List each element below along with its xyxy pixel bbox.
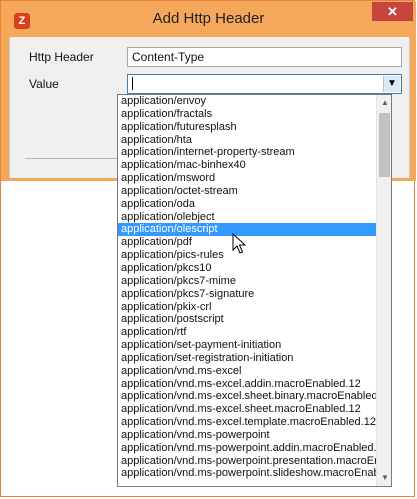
dropdown-item[interactable]: application/octet-stream — [118, 185, 376, 198]
dropdown-item[interactable]: application/fractals — [118, 108, 376, 121]
dropdown-item[interactable]: application/vnd.ms-excel — [118, 365, 376, 378]
dropdown-item[interactable]: application/vnd.ms-excel.template.macroE… — [118, 416, 376, 429]
dropdown-item[interactable]: application/pics-rules — [118, 249, 376, 262]
value-combobox[interactable]: ▼ — [127, 74, 402, 94]
title-bar[interactable]: Z Add Http Header ✕ — [1, 1, 416, 37]
dropdown-item[interactable]: application/set-payment-initiation — [118, 339, 376, 352]
dropdown-item[interactable]: application/set-registration-initiation — [118, 352, 376, 365]
scrollbar-thumb[interactable] — [379, 113, 390, 177]
value-label: Value — [29, 77, 59, 91]
dropdown-item[interactable]: application/mac-binhex40 — [118, 159, 376, 172]
chevron-down-icon[interactable]: ▼ — [383, 76, 400, 92]
scroll-down-icon[interactable]: ▼ — [377, 470, 391, 486]
dropdown-item[interactable]: application/oda — [118, 198, 376, 211]
value-dropdown-list[interactable]: application/envoy application/fractals app… — [117, 94, 392, 487]
dropdown-item[interactable]: application/pkcs7-mime — [118, 275, 376, 288]
dropdown-item[interactable]: application/vnd.ms-powerpoint.addin.macr… — [118, 442, 376, 455]
dropdown-item[interactable]: application/olebject — [118, 211, 376, 224]
http-header-label: Http Header — [29, 50, 94, 64]
http-header-value: Content-Type — [132, 50, 205, 64]
dropdown-item[interactable]: application/internet-property-stream — [118, 146, 376, 159]
frame-left — [1, 37, 9, 179]
dropdown-item[interactable]: application/pdf — [118, 236, 376, 249]
dropdown-item[interactable]: application/rtf — [118, 326, 376, 339]
dropdown-item[interactable]: application/pkcs7-signature — [118, 288, 376, 301]
dropdown-item[interactable]: application/hta — [118, 134, 376, 147]
dropdown-item[interactable]: application/vnd.ms-excel.addin.macroEnab… — [118, 378, 376, 391]
dropdown-item[interactable]: application/vnd.ms-powerpoint.presentati… — [118, 455, 376, 468]
dropdown-item[interactable]: application/msword — [118, 172, 376, 185]
dropdown-item[interactable]: application/futuresplash — [118, 121, 376, 134]
mouse-pointer-icon — [232, 233, 246, 254]
scrollbar[interactable]: ▲ ▼ — [376, 95, 391, 486]
scroll-up-icon[interactable]: ▲ — [377, 95, 391, 111]
http-header-field[interactable]: Content-Type — [127, 47, 402, 67]
dropdown-item[interactable]: application/envoy — [118, 95, 376, 108]
text-caret — [132, 77, 133, 91]
dropdown-item[interactable]: application/vnd.ms-powerpoint — [118, 429, 376, 442]
dropdown-item[interactable]: application/vnd.ms-excel.sheet.binary.ma… — [118, 390, 376, 403]
dropdown-item[interactable]: application/postscript — [118, 313, 376, 326]
dropdown-item[interactable]: application/vnd.ms-excel.sheet.macroEnab… — [118, 403, 376, 416]
dialog-title: Add Http Header — [152, 10, 265, 27]
dropdown-item[interactable]: application/pkix-crl — [118, 301, 376, 314]
dropdown-item[interactable]: application/olescript — [118, 223, 376, 237]
separator-line — [25, 158, 125, 159]
dropdown-items: application/envoy application/fractals app… — [118, 95, 376, 480]
close-button[interactable]: ✕ — [372, 2, 413, 21]
dropdown-item[interactable]: application/vnd.ms-powerpoint.slideshow.… — [118, 467, 376, 480]
dropdown-item[interactable]: application/pkcs10 — [118, 262, 376, 275]
